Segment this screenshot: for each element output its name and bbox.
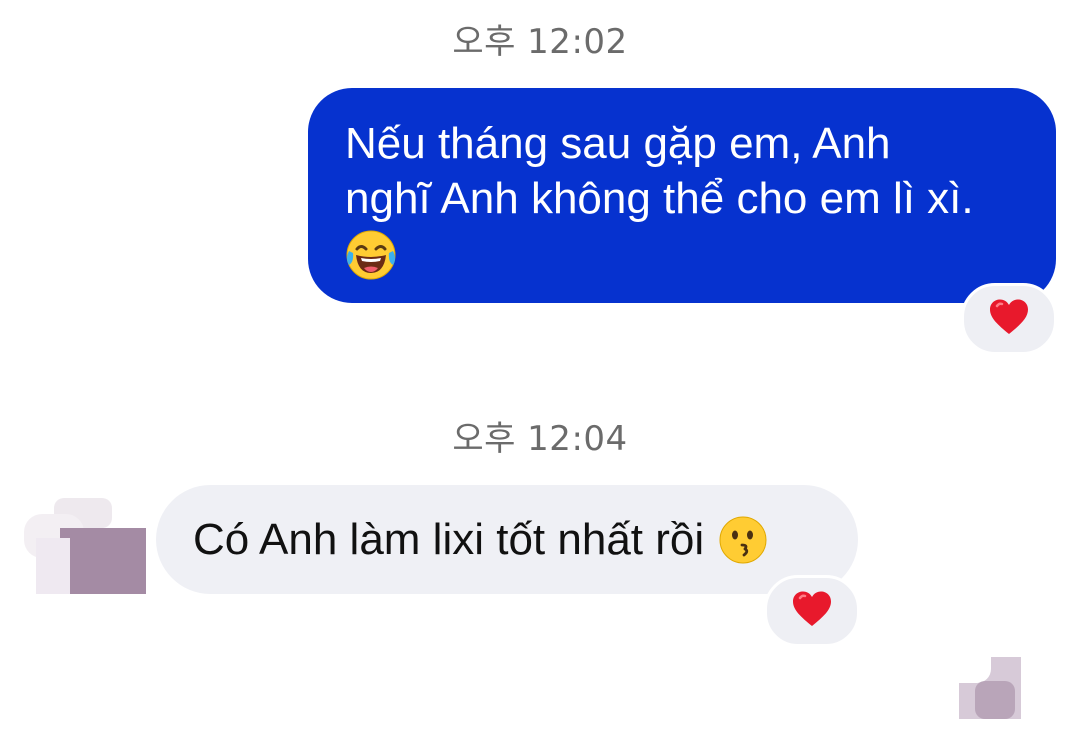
kissing-face-emoji-icon bbox=[718, 515, 768, 565]
avatar-blur-block bbox=[959, 657, 991, 683]
sent-message-bubble[interactable]: Nếu tháng sau gặp em, Anh nghĩ Anh không… bbox=[308, 88, 1056, 303]
seen-receipt-avatar bbox=[959, 657, 1021, 719]
heart-icon bbox=[988, 298, 1030, 341]
contact-avatar[interactable] bbox=[24, 494, 146, 598]
timestamp: 오후 12:02 bbox=[452, 22, 628, 62]
tears-of-joy-emoji-icon bbox=[345, 229, 397, 281]
heart-reaction-button[interactable] bbox=[961, 283, 1057, 355]
avatar-blur-block bbox=[36, 538, 70, 594]
avatar-blur-block bbox=[60, 528, 146, 594]
message-text-line: Nếu tháng sau gặp em, Anh bbox=[345, 119, 891, 168]
received-message-bubble[interactable]: Có Anh làm lixi tốt nhất rồi bbox=[156, 485, 858, 594]
message-text-line: nghĩ Anh không thể cho em lì xì. bbox=[345, 174, 974, 223]
timestamp: 오후 12:04 bbox=[452, 419, 628, 459]
avatar-blur-block bbox=[975, 681, 1015, 719]
heart-icon bbox=[791, 590, 833, 633]
heart-reaction-button[interactable] bbox=[764, 575, 860, 647]
message-text: Có Anh làm lixi tốt nhất rồi bbox=[193, 514, 705, 564]
